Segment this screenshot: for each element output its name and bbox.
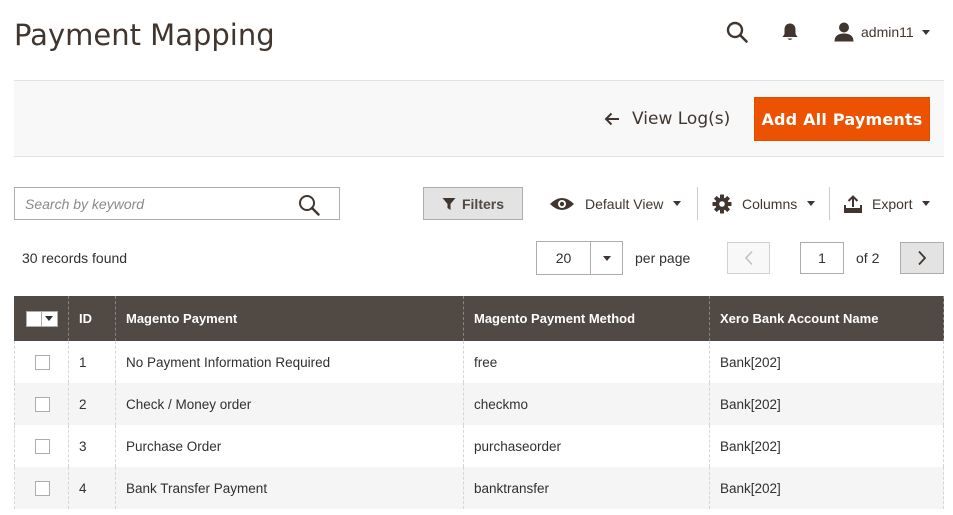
cell-magento-payment-method: free bbox=[463, 341, 710, 383]
mass-select-checkbox[interactable] bbox=[27, 311, 42, 326]
filters-button[interactable]: Filters bbox=[423, 187, 523, 220]
columns-dropdown[interactable]: Columns bbox=[712, 187, 816, 220]
admin-username: admin11 bbox=[861, 24, 914, 40]
add-all-payments-button[interactable]: Add All Payments bbox=[754, 97, 930, 141]
chevron-down-icon bbox=[807, 201, 816, 206]
row-select-cell bbox=[14, 341, 69, 383]
grid-header-row: ID Magento Payment Magento Payment Metho… bbox=[14, 296, 944, 341]
cell-xero-bank-account: Bank[202] bbox=[709, 383, 944, 425]
cell-id: 1 bbox=[68, 341, 116, 383]
notifications-button[interactable] bbox=[776, 18, 804, 46]
filters-label: Filters bbox=[461, 195, 504, 212]
per-page-toggle[interactable] bbox=[590, 242, 622, 274]
row-checkbox[interactable] bbox=[35, 396, 50, 412]
cell-xero-bank-account: Bank[202] bbox=[709, 425, 944, 467]
table-row[interactable]: 2 Check / Money order checkmo Bank[202] bbox=[14, 383, 944, 425]
previous-page-button[interactable] bbox=[727, 242, 770, 274]
view-logs-button[interactable]: View Log(s) bbox=[604, 97, 730, 141]
eye-icon bbox=[550, 197, 574, 210]
search-icon bbox=[299, 195, 320, 216]
cell-magento-payment: Bank Transfer Payment bbox=[115, 467, 464, 509]
bell-icon bbox=[782, 23, 798, 40]
chevron-down-icon bbox=[45, 316, 53, 321]
user-icon bbox=[834, 22, 854, 42]
gear-icon bbox=[712, 194, 732, 213]
chevron-left-icon bbox=[744, 250, 753, 266]
default-view-label: Default View bbox=[585, 195, 664, 212]
search-icon bbox=[726, 21, 748, 43]
page-title: Payment Mapping bbox=[14, 18, 275, 52]
chevron-down-icon bbox=[602, 255, 611, 261]
table-row[interactable]: 1 No Payment Information Required free B… bbox=[14, 341, 944, 383]
mass-select-dropdown[interactable] bbox=[26, 310, 58, 327]
columns-label: Columns bbox=[742, 195, 798, 212]
cell-magento-payment: No Payment Information Required bbox=[115, 341, 464, 383]
table-row[interactable]: 3 Purchase Order purchaseorder Bank[202] bbox=[14, 425, 944, 467]
per-page-label: per page bbox=[635, 250, 691, 266]
column-header-magento-payment-method[interactable]: Magento Payment Method bbox=[463, 296, 710, 341]
chevron-down-icon bbox=[673, 201, 682, 206]
cell-id: 2 bbox=[68, 383, 116, 425]
chevron-down-icon bbox=[921, 29, 930, 35]
cell-id: 3 bbox=[68, 425, 116, 467]
admin-user-menu[interactable]: admin11 bbox=[833, 18, 930, 46]
keyword-search-input[interactable] bbox=[15, 188, 285, 219]
export-label: Export bbox=[872, 195, 913, 212]
chevron-right-icon bbox=[918, 250, 927, 266]
mass-select-header bbox=[14, 296, 69, 341]
cell-magento-payment-method: banktransfer bbox=[463, 467, 710, 509]
row-select-cell bbox=[14, 383, 69, 425]
records-count: 30 records found bbox=[22, 250, 128, 266]
cell-magento-payment-method: checkmo bbox=[463, 383, 710, 425]
keyword-search bbox=[14, 187, 340, 220]
next-page-button[interactable] bbox=[900, 242, 944, 274]
export-dropdown[interactable]: Export bbox=[844, 187, 931, 220]
view-logs-label: View Log(s) bbox=[632, 109, 731, 129]
row-select-cell bbox=[14, 425, 69, 467]
filter-icon bbox=[442, 197, 456, 210]
row-checkbox[interactable] bbox=[35, 354, 50, 370]
cell-xero-bank-account: Bank[202] bbox=[709, 341, 944, 383]
toolbar-divider bbox=[829, 187, 830, 220]
table-row[interactable]: 4 Bank Transfer Payment banktransfer Ban… bbox=[14, 467, 944, 509]
per-page-select[interactable]: 20 bbox=[536, 241, 623, 275]
cell-magento-payment: Check / Money order bbox=[115, 383, 464, 425]
column-header-magento-payment[interactable]: Magento Payment bbox=[115, 296, 464, 341]
cell-magento-payment: Purchase Order bbox=[115, 425, 464, 467]
row-checkbox[interactable] bbox=[35, 438, 50, 454]
row-select-cell bbox=[14, 467, 69, 509]
column-header-xero-bank-account[interactable]: Xero Bank Account Name bbox=[709, 296, 944, 341]
row-checkbox[interactable] bbox=[35, 480, 50, 496]
export-icon bbox=[844, 194, 862, 213]
default-view-dropdown[interactable]: Default View bbox=[549, 187, 682, 220]
cell-xero-bank-account: Bank[202] bbox=[709, 467, 944, 509]
payment-mapping-grid: ID Magento Payment Magento Payment Metho… bbox=[14, 296, 944, 509]
column-header-id[interactable]: ID bbox=[68, 296, 116, 341]
total-pages: of 2 bbox=[856, 250, 880, 266]
page-actions-bar: View Log(s) Add All Payments bbox=[14, 80, 944, 157]
toolbar-divider bbox=[697, 187, 698, 220]
cell-magento-payment-method: purchaseorder bbox=[463, 425, 710, 467]
arrow-left-icon bbox=[604, 112, 620, 126]
chevron-down-icon bbox=[922, 201, 931, 206]
per-page-value: 20 bbox=[555, 250, 572, 266]
current-page-input[interactable] bbox=[800, 242, 844, 274]
cell-id: 4 bbox=[68, 467, 116, 509]
global-search-button[interactable] bbox=[723, 18, 751, 46]
keyword-search-submit[interactable] bbox=[297, 193, 321, 217]
